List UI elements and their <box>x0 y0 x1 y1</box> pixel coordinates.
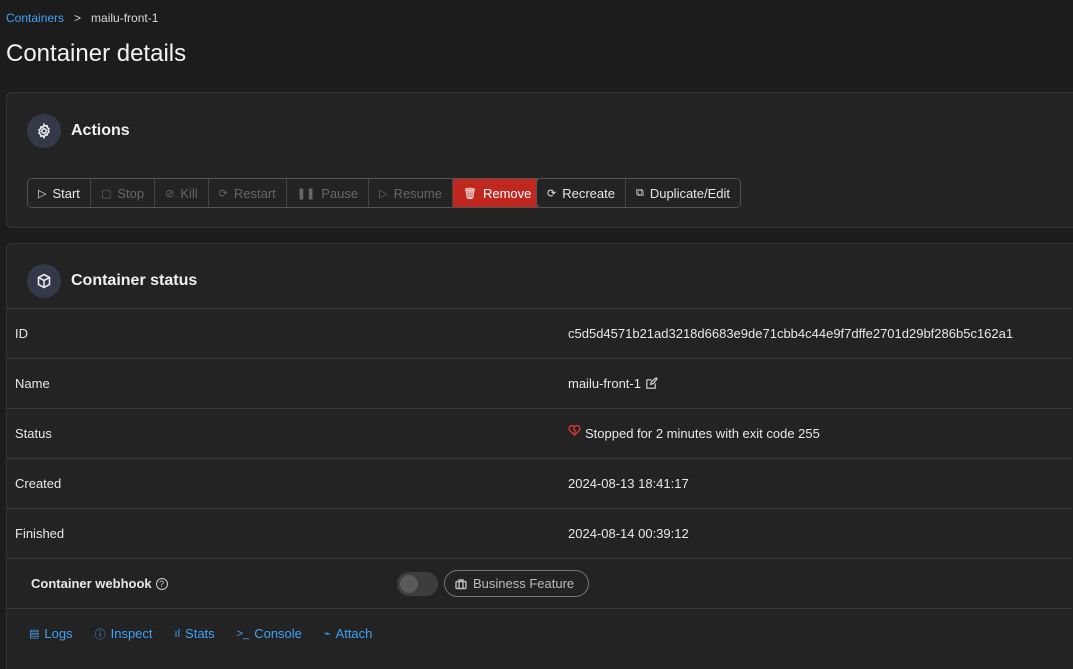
status-value-wrap: Stopped for 2 minutes with exit code 255 <box>568 424 820 441</box>
paperclip-icon: ⌁ <box>323 628 331 640</box>
status-value: Stopped for 2 minutes with exit code 255 <box>585 426 820 441</box>
play-icon: ▷ <box>38 187 47 200</box>
pause-icon: ❚❚ <box>296 187 316 200</box>
finished-row: Finished 2024-08-14 00:39:12 <box>7 508 1072 558</box>
name-value: mailu-front-1 <box>568 376 641 391</box>
restart-label: Restart <box>233 185 276 201</box>
console-label: Console <box>254 626 302 641</box>
bar-chart-icon: ıl <box>174 627 181 640</box>
resume-label: Resume <box>393 185 442 201</box>
breadcrumb: Containers > mailu-front-1 <box>6 11 158 25</box>
remove-button[interactable]: 🗑 Remove <box>452 179 542 207</box>
start-button[interactable]: ▷ Start <box>28 179 91 207</box>
start-label: Start <box>52 185 80 201</box>
container-status-panel: Container status ID c5d5d4571b21ad3218d6… <box>6 243 1073 669</box>
trash-icon: 🗑 <box>462 187 477 200</box>
copy-icon: ⧉ <box>635 186 644 199</box>
finished-value: 2024-08-14 00:39:12 <box>568 526 689 541</box>
duplicate-label: Duplicate/Edit <box>649 185 731 201</box>
heart-broken-icon <box>568 424 581 437</box>
recreate-label: Recreate <box>562 185 615 201</box>
container-actions-group: ▷ Start ▢ Stop ⊘ Kill ⟳ Restart ❚❚ Pause ▷ Res… <box>27 178 543 208</box>
restart-button[interactable]: ⟳ Restart <box>208 179 287 207</box>
container-links: ▤ Logs ⓘ Inspect ıl Stats >_ Console ⌁ Attach <box>29 626 394 642</box>
finished-label: Finished <box>15 526 65 541</box>
stats-label: Stats <box>185 626 215 641</box>
created-label: Created <box>15 476 62 491</box>
name-value-wrap: mailu-front-1 <box>568 376 658 391</box>
links-row: ▤ Logs ⓘ Inspect ıl Stats >_ Console ⌁ Attach <box>7 608 1072 658</box>
gear-icon <box>27 114 61 148</box>
id-label: ID <box>15 326 28 341</box>
actions-panel: Actions ▷ Start ▢ Stop ⊘ Kill ⟳ Restart ❚❚ Pa… <box>6 92 1073 228</box>
play-icon: ▷ <box>379 187 388 200</box>
business-feature-badge: Business Feature <box>444 570 590 597</box>
webhook-row: Container webhook ? Business Feature <box>7 558 1072 608</box>
status-row: Status Stopped for 2 minutes with exit c… <box>7 408 1072 458</box>
logs-label: Logs <box>44 626 73 641</box>
toggle-knob <box>400 574 418 593</box>
breadcrumb-current: mailu-front-1 <box>91 11 159 25</box>
duplicate-edit-button[interactable]: ⧉ Duplicate/Edit <box>625 179 741 207</box>
stop-label: Stop <box>117 185 145 201</box>
edit-icon[interactable] <box>645 377 658 390</box>
cube-icon <box>27 264 61 298</box>
attach-label: Attach <box>335 626 373 641</box>
attach-link[interactable]: ⌁ Attach <box>324 626 372 641</box>
refresh-icon: ⟳ <box>218 187 228 200</box>
id-value: c5d5d4571b21ad3218d6683e9de71cbb4c44e9f7… <box>568 326 1014 341</box>
recreate-button[interactable]: ⟳ Recreate <box>537 179 626 207</box>
inspect-label: Inspect <box>110 626 153 641</box>
stop-icon: ▢ <box>100 187 112 200</box>
console-link[interactable]: >_ Console <box>237 626 302 641</box>
id-row: ID c5d5d4571b21ad3218d6683e9de71cbb4c44e… <box>7 308 1072 358</box>
resume-button[interactable]: ▷ Resume <box>369 179 453 207</box>
breadcrumb-separator: > <box>74 11 82 25</box>
created-row: Created 2024-08-13 18:41:17 <box>7 458 1072 508</box>
terminal-icon: >_ <box>236 627 250 640</box>
actions-header: Actions <box>27 114 130 148</box>
refresh-icon: ⟳ <box>547 187 557 200</box>
status-title: Container status <box>71 272 198 289</box>
info-icon: ⓘ <box>94 628 106 641</box>
created-value: 2024-08-13 18:41:17 <box>568 476 689 491</box>
help-icon[interactable]: ? <box>155 577 168 590</box>
kill-icon: ⊘ <box>165 187 175 200</box>
pause-button[interactable]: ❚❚ Pause <box>286 179 370 207</box>
logs-link[interactable]: ▤ Logs <box>29 626 73 641</box>
kill-label: Kill <box>180 185 198 201</box>
page-title: Container details <box>6 40 187 67</box>
file-text-icon: ▤ <box>29 628 40 640</box>
actions-title: Actions <box>71 122 130 139</box>
briefcase-icon <box>455 578 467 589</box>
business-feature-label: Business Feature <box>473 576 575 591</box>
webhook-toggle[interactable] <box>397 571 438 596</box>
name-row: Name mailu-front-1 <box>7 358 1072 408</box>
inspect-link[interactable]: ⓘ Inspect <box>95 626 153 642</box>
breadcrumb-containers-link[interactable]: Containers <box>6 11 64 25</box>
recreate-actions-group: ⟳ Recreate ⧉ Duplicate/Edit <box>536 178 742 208</box>
stats-link[interactable]: ıl Stats <box>175 626 215 641</box>
status-header: Container status <box>27 264 197 298</box>
name-label: Name <box>15 376 50 391</box>
webhook-label: Container webhook <box>31 576 152 591</box>
kill-button[interactable]: ⊘ Kill <box>155 179 209 207</box>
webhook-label-wrap: Container webhook ? <box>31 576 168 591</box>
pause-label: Pause <box>321 185 359 201</box>
remove-label: Remove <box>482 185 532 201</box>
stop-button[interactable]: ▢ Stop <box>90 179 156 207</box>
status-label: Status <box>15 426 52 441</box>
